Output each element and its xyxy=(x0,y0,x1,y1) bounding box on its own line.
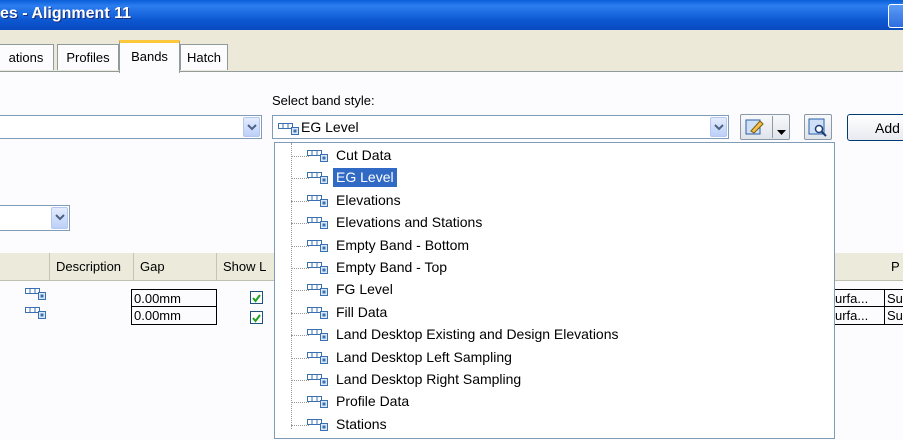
band-icon xyxy=(307,260,329,277)
column-header-type[interactable] xyxy=(0,253,50,280)
band-icon xyxy=(307,193,329,210)
dropdown-item[interactable]: Land Desktop Left Sampling xyxy=(275,347,834,369)
band-icon xyxy=(307,215,329,232)
dropdown-item-label: Empty Band - Top xyxy=(336,259,448,275)
dropdown-item[interactable]: Land Desktop Existing and Design Elevati… xyxy=(275,324,834,346)
band-type-combo[interactable] xyxy=(0,115,262,139)
dropdown-item-label: Land Desktop Left Sampling xyxy=(336,348,512,365)
dropdown-item[interactable]: FG Level xyxy=(275,279,834,301)
dropdown-item-label: Profile Data xyxy=(336,393,410,410)
dropdown-item-label: Stations xyxy=(336,415,387,432)
dropdown-item[interactable]: Fill Data xyxy=(275,302,834,324)
dropdown-item[interactable]: Empty Band - Bottom xyxy=(275,235,834,257)
location-combo[interactable] xyxy=(0,205,70,231)
surface-cell-2[interactable]: Su xyxy=(884,307,903,325)
dropdown-item[interactable]: Cut Data xyxy=(275,145,834,167)
column-header-gap[interactable]: Gap xyxy=(134,253,217,280)
dropdown-item[interactable]: Profile Data xyxy=(275,391,834,413)
tab-profiles[interactable]: Profiles xyxy=(57,44,119,70)
dropdown-item-label: Empty Band - Bottom xyxy=(336,236,470,253)
add-band-button[interactable]: Add xyxy=(847,114,903,141)
dropdown-item-label: Elevations xyxy=(336,191,401,208)
chevron-down-icon[interactable] xyxy=(243,117,260,137)
caret-down-icon xyxy=(777,124,786,139)
dropdown-item[interactable]: Stations xyxy=(275,414,834,436)
dropdown-item-label: Cut Data xyxy=(336,147,392,163)
band-icon xyxy=(307,305,329,322)
dropdown-item-label: Land Desktop Existing and Design Elevati… xyxy=(336,326,619,343)
surface-cell[interactable]: urfa... xyxy=(835,307,885,325)
tab-bands[interactable]: Bands xyxy=(119,40,180,73)
dropdown-item-label: Land Desktop Right Sampling xyxy=(336,371,522,387)
band-icon xyxy=(307,238,329,255)
tab-strip: ations Profiles Bands Hatch xyxy=(0,40,903,73)
magnifier-icon xyxy=(808,118,828,140)
edit-style-button[interactable] xyxy=(740,114,790,140)
column-header-description[interactable]: Description xyxy=(50,253,134,280)
dropdown-item[interactable]: Land Desktop Right Sampling xyxy=(275,369,834,391)
gap-cell[interactable]: 0.00mm xyxy=(131,289,217,307)
tab-hatch[interactable]: Hatch xyxy=(180,44,228,70)
band-style-combo[interactable]: EG Level xyxy=(272,115,729,139)
surface-cell-2[interactable]: Su xyxy=(884,289,903,307)
show-labels-checkbox[interactable] xyxy=(250,291,263,304)
dropdown-item[interactable]: Empty Band - Top xyxy=(275,257,834,279)
band-style-selected: EG Level xyxy=(301,119,359,135)
band-icon xyxy=(307,350,329,367)
chevron-down-icon[interactable] xyxy=(710,117,727,137)
dropdown-item-label: Elevations and Stations xyxy=(336,214,483,231)
band-style-dropdown-list[interactable]: Cut Data EG Level Elevations Elevations and… xyxy=(274,142,835,439)
band-icon xyxy=(25,305,47,322)
preview-style-button[interactable] xyxy=(804,114,832,140)
column-header-show-labels[interactable]: Show L xyxy=(217,253,277,280)
dropdown-item-label: FG Level xyxy=(336,281,393,298)
tab-stations[interactable]: ations xyxy=(0,44,54,70)
show-labels-checkbox[interactable] xyxy=(250,311,263,324)
select-band-style-label: Select band style: xyxy=(272,93,375,108)
dropdown-item[interactable]: Elevations and Stations xyxy=(275,212,834,234)
band-icon xyxy=(307,170,329,187)
band-icon xyxy=(307,417,329,434)
column-header-profile2[interactable]: P xyxy=(885,253,903,280)
band-icon xyxy=(307,327,329,344)
band-icon xyxy=(307,148,329,165)
band-icon xyxy=(278,121,300,138)
dropdown-item[interactable]: Elevations xyxy=(275,190,834,212)
gap-cell[interactable]: 0.00mm xyxy=(131,307,217,325)
dropdown-item-label: Fill Data xyxy=(336,303,388,320)
window-control-button[interactable] xyxy=(888,4,903,28)
band-icon xyxy=(25,286,47,303)
band-icon xyxy=(307,394,329,411)
title-bar: es - Alignment 11 xyxy=(0,0,903,30)
dropdown-item[interactable]: EG Level xyxy=(275,167,834,189)
band-icon xyxy=(307,372,329,389)
dropdown-item-label: EG Level xyxy=(333,168,397,188)
window-title: es - Alignment 11 xyxy=(0,5,131,22)
surface-cell[interactable]: urfa... xyxy=(835,289,885,307)
band-icon xyxy=(307,282,329,299)
column-header-profile1[interactable] xyxy=(835,253,885,280)
chevron-down-icon[interactable] xyxy=(51,207,68,229)
edit-style-icon xyxy=(745,118,765,139)
